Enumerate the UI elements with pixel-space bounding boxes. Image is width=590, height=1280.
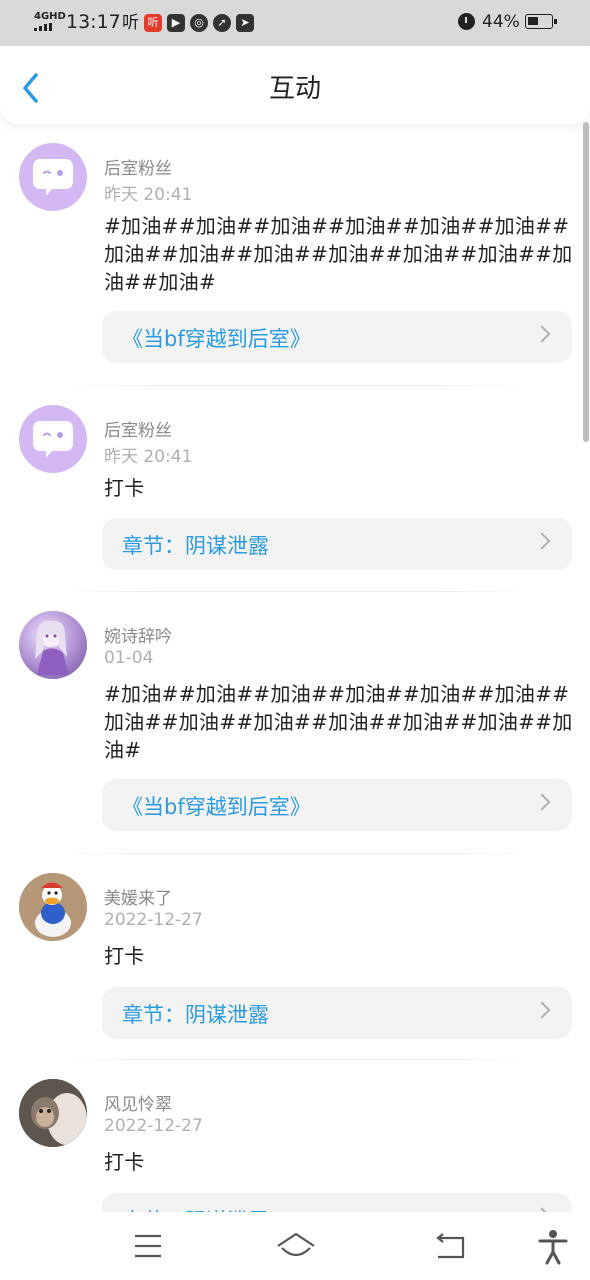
avatar[interactable] xyxy=(19,405,87,473)
duck-icon xyxy=(19,873,87,941)
timestamp: 昨天 20:41 xyxy=(104,185,193,205)
username: 后室粉丝 xyxy=(104,421,172,441)
home-icon xyxy=(277,1232,315,1257)
list-item: 风见怜翠 2022-12-27 打卡 章节：阴谋泄露 xyxy=(0,1060,590,1214)
comment-text: #加油##加油##加油##加油##加油##加油##加油##加油##加油##加油#… xyxy=(104,682,573,762)
alarm-icon xyxy=(458,13,475,30)
monkey-icon xyxy=(19,1079,87,1147)
timestamp: 昨天 20:41 xyxy=(104,447,193,467)
compass-icon: ➚ xyxy=(213,14,231,32)
chevron-right-icon xyxy=(533,532,551,550)
interaction-list: 后室粉丝 昨天 20:41 #加油##加油##加油##加油##加油##加油##加… xyxy=(0,124,590,1214)
accessibility-button[interactable] xyxy=(533,1226,573,1266)
reference-card[interactable]: 《当bf穿越到后室》 xyxy=(102,311,572,363)
comment-text: 打卡 xyxy=(104,944,145,968)
signal-icon xyxy=(34,23,60,31)
battery-icon xyxy=(525,14,557,29)
status-time: 13:17 xyxy=(66,11,121,33)
avatar[interactable] xyxy=(19,1079,87,1147)
username: 美媛来了 xyxy=(104,889,172,909)
send-icon: ➤ xyxy=(236,14,254,32)
reference-card[interactable]: 《当bf穿越到后室》 xyxy=(102,779,572,831)
home-button[interactable] xyxy=(274,1226,318,1266)
timestamp: 2022-12-27 xyxy=(104,1116,203,1136)
comment-text: 打卡 xyxy=(104,1150,145,1174)
username: 后室粉丝 xyxy=(104,159,172,179)
reference-title: 章节：阴谋泄露 xyxy=(122,534,269,558)
chevron-right-icon xyxy=(533,793,551,811)
reference-card[interactable]: 章节：阴谋泄露 xyxy=(102,987,572,1039)
username: 风见怜翠 xyxy=(104,1095,172,1115)
reference-title: 《当bf穿越到后室》 xyxy=(122,795,311,819)
network-type: 4GHD xyxy=(34,11,66,22)
accessibility-icon xyxy=(538,1230,568,1265)
avatar[interactable] xyxy=(19,143,87,211)
chat-bubble-icon xyxy=(33,159,73,196)
back-nav-button[interactable] xyxy=(430,1226,470,1266)
menu-icon xyxy=(135,1234,161,1258)
chevron-right-icon xyxy=(533,325,551,343)
back-icon xyxy=(436,1233,465,1259)
chat-icon: ◎ xyxy=(190,14,208,32)
header: 互动 xyxy=(0,46,590,124)
scrollbar[interactable] xyxy=(583,122,589,442)
list-item: 后室粉丝 昨天 20:41 #加油##加油##加油##加油##加油##加油##加… xyxy=(0,124,590,386)
chat-bubble-icon xyxy=(33,421,73,458)
comment-text: 打卡 xyxy=(104,476,145,500)
ting-icon: 听 xyxy=(122,13,139,33)
system-nav-bar xyxy=(0,1212,590,1280)
reference-title: 章节：阴谋泄露 xyxy=(122,1003,269,1027)
avatar[interactable] xyxy=(19,611,87,679)
menu-button[interactable] xyxy=(128,1226,168,1266)
anime-girl-icon xyxy=(35,620,69,675)
status-bar: 4GHD 13:17 听 听 ▶ ◎ ➚ ➤ 44% xyxy=(0,0,590,46)
reference-card[interactable]: 章节：阴谋泄露 xyxy=(102,1193,572,1214)
page-title: 互动 xyxy=(268,74,321,104)
ting-app-icon: 听 xyxy=(144,14,162,32)
list-item: 后室粉丝 昨天 20:41 打卡 章节：阴谋泄露 xyxy=(0,386,590,592)
timestamp: 2022-12-27 xyxy=(104,910,203,930)
notification-icons: 听 听 ▶ ◎ ➚ ➤ xyxy=(122,12,254,34)
battery-percent: 44% xyxy=(482,12,520,32)
reference-card[interactable]: 章节：阴谋泄露 xyxy=(102,518,572,570)
list-item: 婉诗辞吟 01-04 #加油##加油##加油##加油##加油##加油##加油##… xyxy=(0,592,590,854)
comment-text: #加油##加油##加油##加油##加油##加油##加油##加油##加油##加油#… xyxy=(104,214,573,294)
play-icon: ▶ xyxy=(167,14,185,32)
chevron-right-icon xyxy=(533,1001,551,1019)
username: 婉诗辞吟 xyxy=(104,627,172,647)
list-item: 美媛来了 2022-12-27 打卡 章节：阴谋泄露 xyxy=(0,854,590,1060)
avatar[interactable] xyxy=(19,873,87,941)
reference-title: 《当bf穿越到后室》 xyxy=(122,327,311,351)
timestamp: 01-04 xyxy=(104,648,154,668)
